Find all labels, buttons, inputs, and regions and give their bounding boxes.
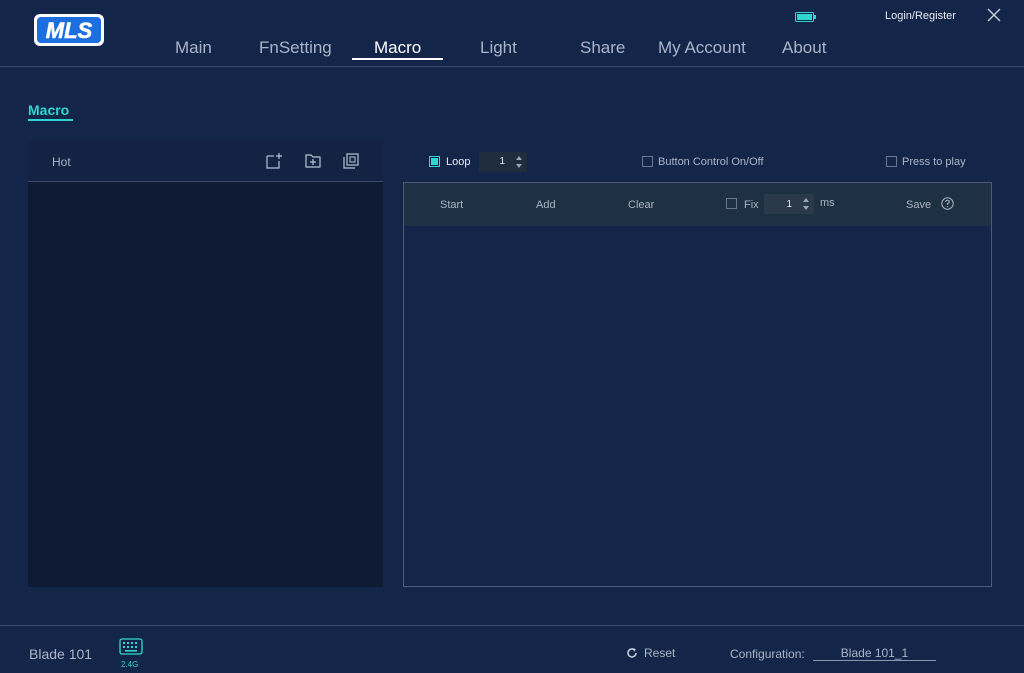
fix-delay-value: 1 [786,199,792,210]
login-register-link[interactable]: Login/Register [885,10,956,22]
loop-count-value: 1 [499,156,505,167]
button-control-checkbox[interactable] [642,156,653,167]
device-name: Blade 101 [29,646,93,662]
active-tab-indicator [352,58,443,60]
tab-fnsetting[interactable]: FnSetting [259,38,332,58]
stepper-arrows-icon[interactable] [515,154,523,170]
fix-label: Fix [744,199,759,211]
footer-divider [0,625,1024,626]
copy-icon[interactable] [342,152,360,170]
connection-mode: 2.4G [121,660,139,669]
main-nav: Main FnSetting Macro Light Share My Acco… [0,38,1024,62]
macro-editor-toolbar: Start Add Clear Fix 1 ms Save [404,183,991,226]
macro-list-panel: Hot [28,141,383,587]
tab-my-account[interactable]: My Account [658,38,746,58]
press-to-play-checkbox[interactable] [886,156,897,167]
configuration-select[interactable]: Blade 101_1 [813,646,936,661]
reset-button[interactable]: Reset [626,646,675,660]
tab-about[interactable]: About [782,38,826,58]
reset-label: Reset [644,646,676,660]
press-to-play-label: Press to play [902,156,966,168]
section-title: Macro [28,102,70,118]
help-icon[interactable] [941,197,954,210]
stepper-arrows-icon[interactable] [802,196,810,212]
tab-macro[interactable]: Macro [374,38,421,58]
keyboard-icon[interactable] [119,638,143,656]
loop-checkbox[interactable] [429,156,440,167]
close-icon[interactable] [986,7,1002,23]
configuration-label: Configuration: [730,647,805,661]
macro-list-title: Hot [52,155,71,169]
fix-delay-checkbox[interactable] [726,198,737,209]
section-title-underline [28,119,73,121]
macro-list-header: Hot [28,141,383,182]
delay-unit: ms [820,197,835,209]
tab-main[interactable]: Main [175,38,212,58]
add-folder-icon[interactable] [304,152,322,170]
loop-count-stepper[interactable]: 1 [479,152,527,172]
battery-icon [795,12,816,22]
header-divider [0,66,1024,67]
fix-delay-stepper[interactable]: 1 [764,194,814,214]
new-macro-icon[interactable] [265,152,283,170]
loop-label: Loop [446,156,471,168]
start-record-button[interactable]: Start [440,199,463,211]
reset-icon [627,648,637,658]
button-control-label: Button Control On/Off [658,156,764,168]
macro-editor-panel: Start Add Clear Fix 1 ms Save [403,182,992,587]
tab-share[interactable]: Share [580,38,625,58]
clear-button[interactable]: Clear [628,199,654,211]
tab-light[interactable]: Light [480,38,517,58]
save-button[interactable]: Save [906,199,931,211]
add-button[interactable]: Add [536,199,556,211]
